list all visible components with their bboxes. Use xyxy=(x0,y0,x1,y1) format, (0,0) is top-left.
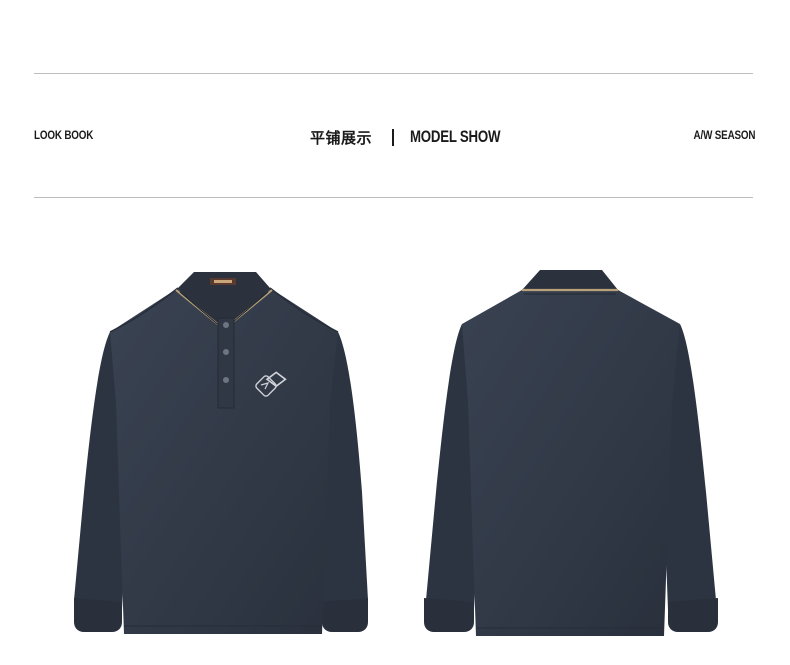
section-title: 平铺展示 MODEL SHOW xyxy=(310,124,510,150)
section-header: LOOK BOOK 平铺展示 MODEL SHOW A/W SEASON xyxy=(34,124,755,150)
bottom-divider-line xyxy=(34,197,753,198)
section-title-cn: 平铺展示 xyxy=(310,129,373,147)
title-divider xyxy=(392,129,394,146)
polo-back-image xyxy=(418,262,728,642)
section-title-en: MODEL SHOW xyxy=(410,127,501,146)
top-divider-line xyxy=(34,73,753,74)
look-book-label: LOOK BOOK xyxy=(34,128,94,142)
polo-front-image xyxy=(70,262,380,642)
season-label: A/W SEASON xyxy=(693,128,755,142)
